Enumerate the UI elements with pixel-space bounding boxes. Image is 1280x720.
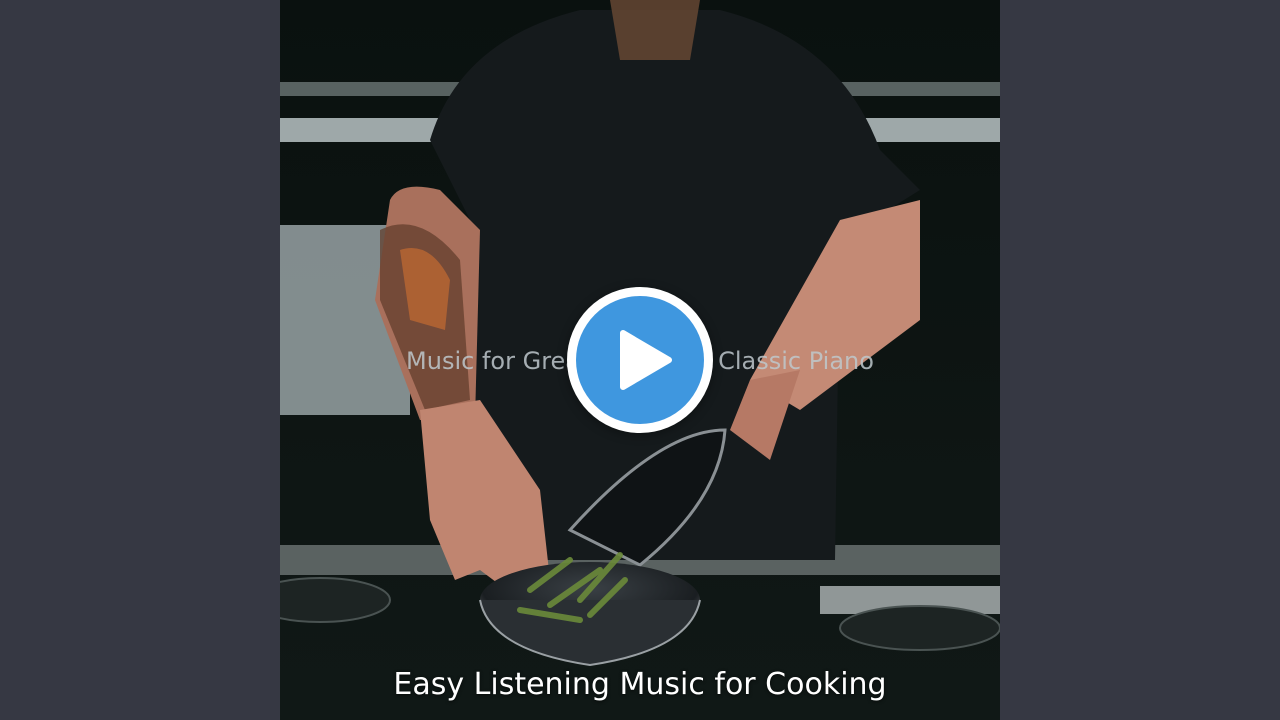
- play-icon: [620, 330, 672, 390]
- video-caption: Easy Listening Music for Cooking: [393, 667, 887, 702]
- play-button[interactable]: [567, 287, 713, 433]
- video-player[interactable]: Music for Great Cooking - Classic Piano …: [0, 0, 1280, 720]
